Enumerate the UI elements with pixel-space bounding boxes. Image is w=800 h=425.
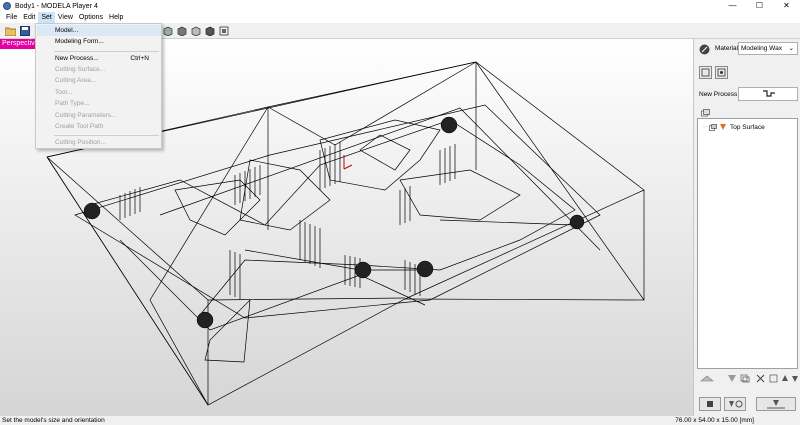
menu-bar: File Edit Set View Options Help <box>0 12 800 23</box>
window-title: Body1 - MODELA Player 4 <box>15 2 98 10</box>
set-menu-dropdown: Model... Modeling Form... New Process...… <box>35 23 162 149</box>
tool-select-icon[interactable] <box>727 374 737 383</box>
model-button[interactable] <box>715 66 728 79</box>
stop-icon <box>707 401 713 407</box>
move-up-icon[interactable] <box>781 374 789 383</box>
preview-cutting-icon <box>729 400 743 408</box>
process-tree: ··· Top Surface <box>697 118 798 369</box>
menu-item-create-tool-path: Create Tool Path <box>55 123 104 130</box>
menu-item-model[interactable]: Model... <box>37 25 161 36</box>
stop-button[interactable] <box>699 397 721 411</box>
status-bar: Set the model's size and orientation 76.… <box>0 416 800 425</box>
new-process-button[interactable] <box>738 87 798 101</box>
paste-icon[interactable] <box>769 374 778 383</box>
folder-icon <box>5 27 16 36</box>
menu-item-path-type: Path Type... <box>55 100 90 107</box>
cube-front-icon <box>163 26 172 36</box>
new-process-label: New Process <box>699 91 738 98</box>
move-down-icon[interactable] <box>791 374 799 383</box>
tree-item-top-surface[interactable]: ··· Top Surface <box>702 122 765 132</box>
model-size-readout: 76.00 x 54.00 x 15.00 [mm] <box>675 417 754 424</box>
view-cube-top-button[interactable] <box>189 25 202 37</box>
material-icon <box>699 44 710 55</box>
process-panel: Material Modeling Wax ⌄ New Process ··· … <box>693 39 800 416</box>
menu-file[interactable]: File <box>3 12 20 23</box>
maximize-button[interactable]: ☐ <box>746 0 773 12</box>
open-file-button[interactable] <box>4 25 17 37</box>
delete-icon[interactable] <box>756 374 765 383</box>
view-cube-front-button[interactable] <box>161 25 174 37</box>
cut-button[interactable] <box>756 397 796 411</box>
copy-process-icon[interactable] <box>740 374 750 383</box>
menu-view[interactable]: View <box>55 12 76 23</box>
new-process-icon <box>763 90 775 97</box>
preview-cutting-button[interactable] <box>724 397 746 411</box>
view-cube-iso-button[interactable] <box>203 25 216 37</box>
close-button[interactable]: ✕ <box>773 0 800 12</box>
menu-separator <box>54 51 159 52</box>
menu-options[interactable]: Options <box>76 12 106 23</box>
model-icon <box>717 68 726 77</box>
process-list-icon <box>701 109 710 117</box>
menu-set[interactable]: Set <box>38 12 55 23</box>
process-icon <box>709 123 717 131</box>
save-file-button[interactable] <box>18 25 31 37</box>
minimize-button[interactable]: — <box>719 0 746 12</box>
menu-item-modeling-form[interactable]: Modeling Form... <box>37 36 161 47</box>
title-bar: Body1 - MODELA Player 4 — ☐ ✕ <box>0 0 800 12</box>
material-select[interactable]: Modeling Wax ⌄ <box>738 42 798 55</box>
menu-help[interactable]: Help <box>106 12 126 23</box>
view-cube-side-button[interactable] <box>175 25 188 37</box>
fit-view-icon <box>219 26 228 36</box>
chevron-down-icon: ⌄ <box>788 45 794 52</box>
cube-top-icon <box>191 26 200 36</box>
path-preview-icon[interactable] <box>700 374 714 383</box>
menu-item-cutting-area: Cutting Area... <box>55 77 97 84</box>
menu-separator <box>54 135 159 136</box>
menu-edit[interactable]: Edit <box>20 12 38 23</box>
status-message: Set the model's size and orientation <box>2 417 105 424</box>
form-icon <box>701 68 710 77</box>
tree-item-label: Top Surface <box>730 123 765 131</box>
tool-icon <box>720 124 726 130</box>
modeling-form-button[interactable] <box>699 66 712 79</box>
app-icon <box>3 2 11 10</box>
tree-connector: ··· <box>702 124 708 130</box>
menu-item-cutting-position: Cutting Position... <box>55 139 106 146</box>
cube-iso-icon <box>205 26 214 36</box>
menu-item-cutting-surface: Cutting Surface... <box>55 66 106 73</box>
cube-side-icon <box>177 26 186 36</box>
material-value: Modeling Wax <box>741 45 782 52</box>
material-label: Material <box>715 45 739 52</box>
view-fit-button[interactable] <box>217 25 230 37</box>
save-icon <box>19 26 30 36</box>
menu-item-tool: Tool... <box>55 89 73 96</box>
menu-item-new-process[interactable]: New Process... Ctrl+N <box>37 53 161 64</box>
menu-item-cutting-parameters: Cutting Parameters... <box>55 112 117 119</box>
cut-icon <box>767 400 785 409</box>
